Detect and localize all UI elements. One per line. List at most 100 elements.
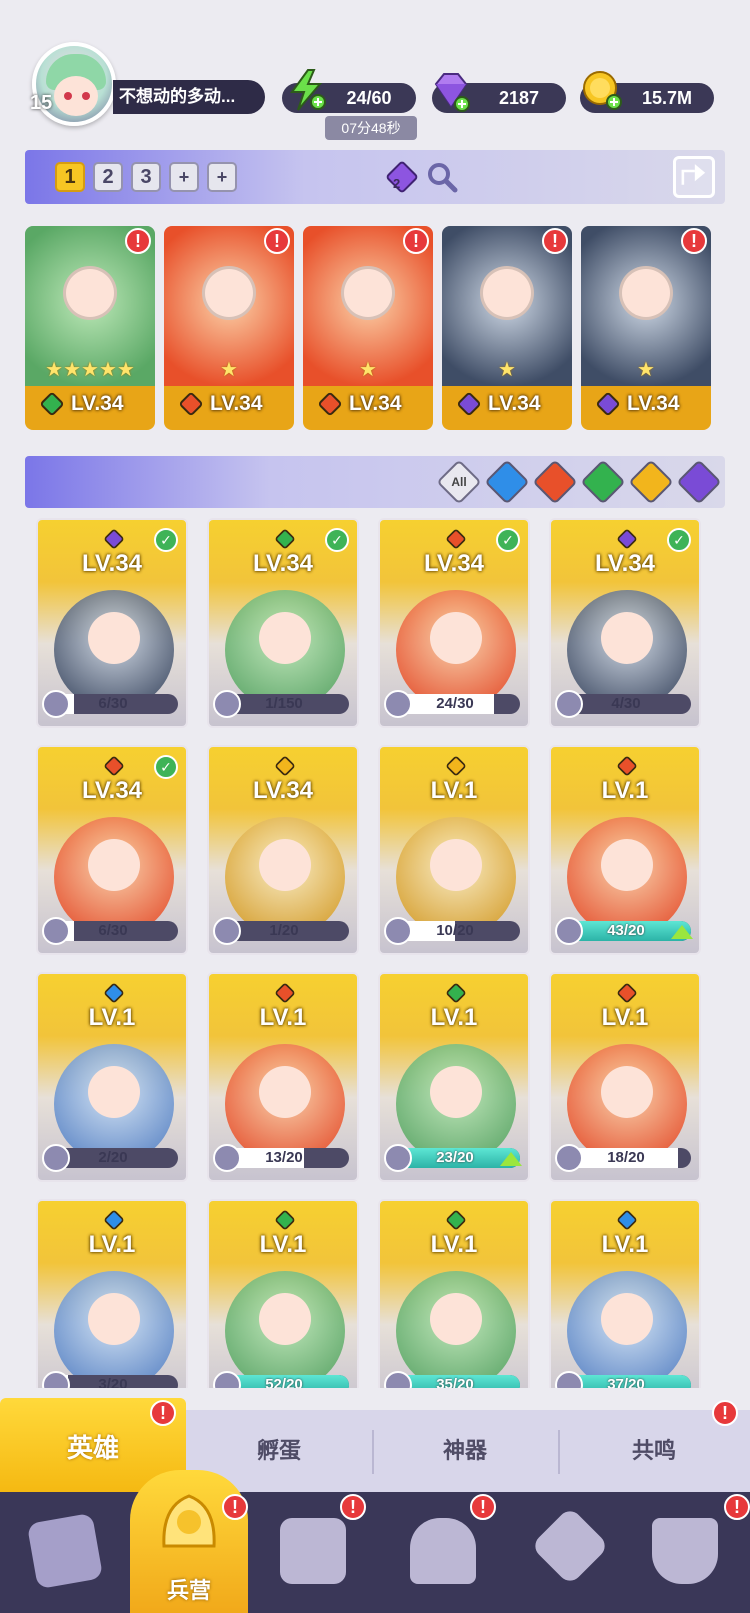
nav-alert-icon: ! (222, 1494, 248, 1520)
hero-card[interactable]: ✓ LV.34 6/30 (36, 745, 188, 955)
player-level: 15 (30, 92, 53, 114)
hero-card[interactable]: ✓ LV.34 1/150 (207, 518, 359, 728)
filter-dark-icon[interactable] (676, 459, 722, 505)
hero-level: LV.34 (594, 550, 656, 577)
nav-alert-icon: ! (724, 1494, 750, 1520)
team-tab-add[interactable]: + (169, 162, 199, 192)
fire-element-icon (317, 391, 343, 417)
hero-level: LV.34 (627, 392, 680, 415)
shard-icon (384, 1144, 412, 1172)
nav-barracks[interactable]: 兵营 (130, 1470, 248, 1613)
team-hero-card[interactable]: ★ LV.34 ! (442, 226, 572, 430)
tab-artifacts[interactable]: 神器 (372, 1410, 558, 1492)
filter-all-button[interactable]: All (436, 459, 482, 505)
hero-grid: ✓ LV.34 6/30 ✓ LV.34 1/150 ✓ LV.34 24/30… (0, 518, 750, 1388)
fire-element-icon (616, 982, 638, 1004)
player-name[interactable]: 不想动的多动... (113, 80, 265, 114)
energy-timer: 07分48秒 (325, 116, 417, 140)
nav-alert-icon: ! (470, 1494, 496, 1520)
team-hero-card[interactable]: ★★★★★ LV.34 ! (25, 226, 155, 430)
hero-card[interactable]: ✓ LV.34 6/30 (36, 518, 188, 728)
heroes-tab-alert-icon: ! (150, 1400, 176, 1426)
upgrade-arrow-icon (500, 1152, 522, 1166)
gold-coin-icon (583, 71, 622, 110)
fire-element-icon (103, 755, 125, 777)
hero-stars: ★ (498, 359, 516, 381)
team-tab-2[interactable]: 2 (93, 162, 123, 192)
shard-icon (555, 690, 583, 718)
water-element-icon (616, 1209, 638, 1231)
nav-quests[interactable] (268, 1510, 358, 1590)
hero-card[interactable]: LV.1 13/20 (207, 972, 359, 1182)
shard-icon (213, 690, 241, 718)
search-icon[interactable] (425, 160, 459, 194)
hero-alert-icon: ! (264, 228, 290, 254)
hero-stars: ★ (359, 359, 377, 381)
hero-alert-icon: ! (403, 228, 429, 254)
shop-icon (410, 1518, 476, 1584)
hero-level: LV.1 (259, 1004, 307, 1031)
light-element-icon (274, 755, 296, 777)
hero-level: LV.1 (601, 1231, 649, 1258)
team-hero-card[interactable]: ★ LV.34 ! (581, 226, 711, 430)
hero-card[interactable]: LV.1 10/20 (378, 745, 530, 955)
nav-cards[interactable] (20, 1510, 110, 1590)
hero-level: LV.34 (252, 777, 314, 804)
filter-water-icon[interactable] (484, 459, 530, 505)
team-tab-3[interactable]: 3 (131, 162, 161, 192)
hero-card[interactable]: LV.1 18/20 (549, 972, 701, 1182)
shard-icon (555, 917, 583, 945)
hero-level: LV.1 (88, 1231, 136, 1258)
hero-card[interactable]: ✓ LV.34 24/30 (378, 518, 530, 728)
filter-fire-icon[interactable] (532, 459, 578, 505)
nav-shop[interactable] (398, 1510, 488, 1590)
hero-alert-icon: ! (542, 228, 568, 254)
nav-barracks-label: 兵营 (166, 1578, 211, 1603)
filter-light-icon[interactable] (628, 459, 674, 505)
hero-alert-icon: ! (681, 228, 707, 254)
hero-card[interactable]: LV.1 43/20 (549, 745, 701, 955)
hero-level: LV.1 (430, 1004, 478, 1031)
hero-card[interactable]: LV.1 52/20 (207, 1199, 359, 1388)
team-tab-add[interactable]: + (207, 162, 237, 192)
hero-level: LV.1 (601, 1004, 649, 1031)
share-icon[interactable] (673, 156, 715, 198)
top-bar: 15 不想动的多动... 24/60 07分48秒 2187 15.7M (0, 0, 750, 140)
hero-level: LV.34 (81, 550, 143, 577)
hero-card[interactable]: LV.1 23/20 (378, 972, 530, 1182)
team-cost-icon[interactable] (383, 158, 423, 198)
hero-card[interactable]: LV.1 37/20 (549, 1199, 701, 1388)
hero-level: LV.34 (423, 550, 485, 577)
hero-level: LV.34 (81, 777, 143, 804)
energy-bolt-icon (290, 69, 326, 111)
shard-icon (384, 690, 412, 718)
upgrade-arrow-icon (671, 925, 693, 939)
shard-icon (42, 690, 70, 718)
nav-guild[interactable] (524, 1506, 614, 1590)
green-element-icon (39, 391, 65, 417)
team-hero-card[interactable]: ★ LV.34 ! (164, 226, 294, 430)
green-element-icon (445, 982, 467, 1004)
hero-card[interactable]: LV.34 1/20 (207, 745, 359, 955)
light-element-icon (445, 755, 467, 777)
sub-tab-bar: 英雄 孵蛋 神器 共鸣 (0, 1398, 750, 1492)
hero-card[interactable]: LV.1 3/20 (36, 1199, 188, 1388)
avatar-eye (82, 92, 90, 100)
banner-icon (652, 1518, 718, 1584)
dark-element-icon (616, 528, 638, 550)
owned-check-icon: ✓ (154, 755, 178, 779)
hero-card[interactable]: LV.1 2/20 (36, 972, 188, 1182)
avatar-face (54, 76, 98, 116)
owned-check-icon: ✓ (325, 528, 349, 552)
team-cost-badge: 2 (393, 176, 401, 191)
owned-check-icon: ✓ (154, 528, 178, 552)
gem-icon (434, 73, 470, 112)
hero-card[interactable]: ✓ LV.34 4/30 (549, 518, 701, 728)
filter-nature-icon[interactable] (580, 459, 626, 505)
team-tab-1[interactable]: 1 (55, 162, 85, 192)
team-hero-card[interactable]: ★ LV.34 ! (303, 226, 433, 430)
hero-card[interactable]: LV.1 35/20 (378, 1199, 530, 1388)
hero-stars: ★ (637, 359, 655, 381)
nav-clan[interactable] (640, 1510, 730, 1590)
owned-check-icon: ✓ (667, 528, 691, 552)
